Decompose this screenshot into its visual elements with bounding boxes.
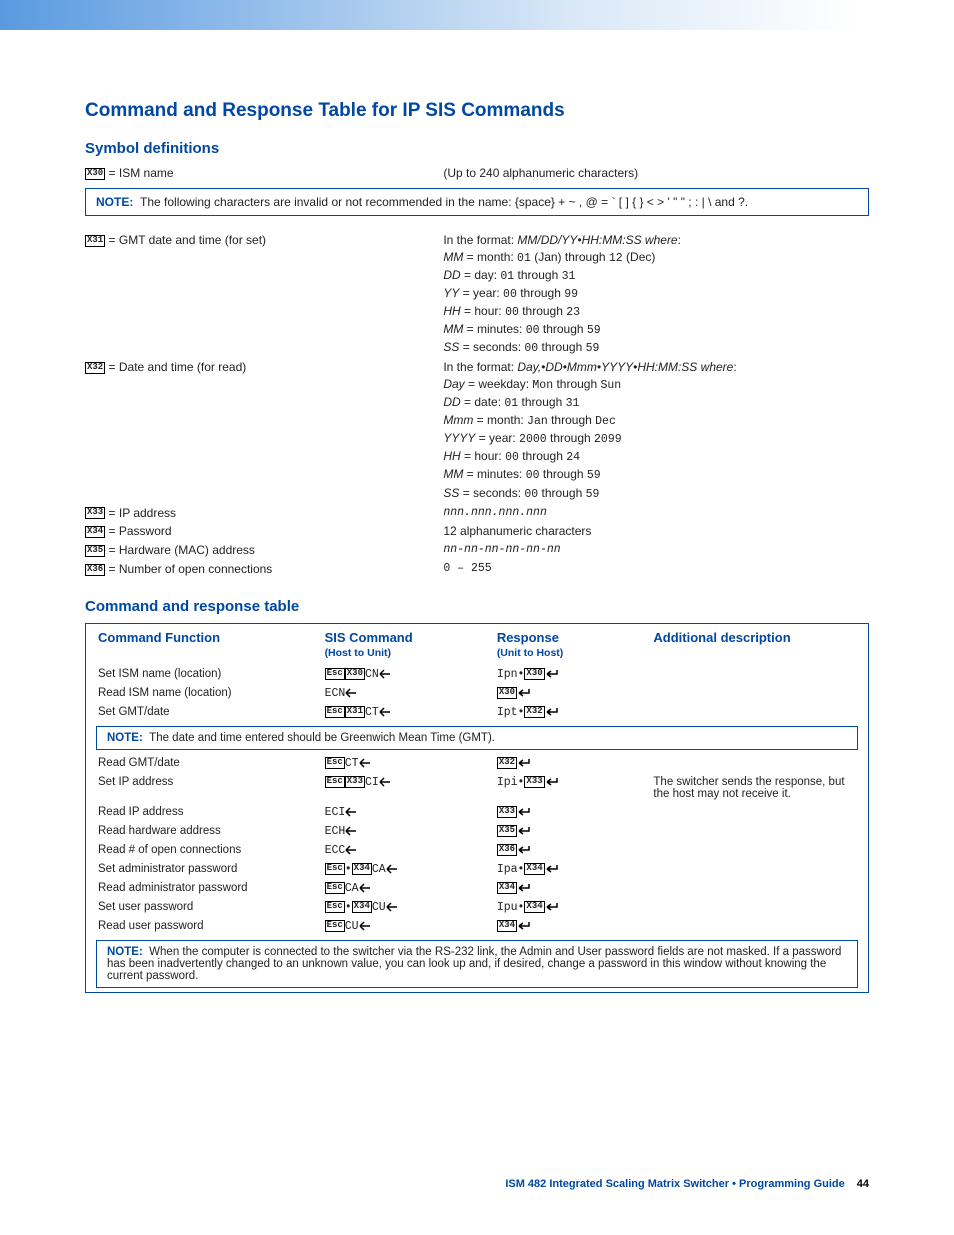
arrow-left-icon — [379, 669, 393, 679]
def-row-x32: X32 = Date and time (for read) In the fo… — [85, 359, 869, 502]
symbol-heading: Symbol definitions — [85, 140, 869, 157]
def-row-x30: X30 = ISM name (Up to 240 alphanumeric c… — [85, 165, 869, 182]
table-row: Set administrator password Esc•X34CA Ipa… — [86, 860, 869, 879]
page-footer: ISM 482 Integrated Scaling Matrix Switch… — [505, 1178, 869, 1190]
table-row: Read # of open connections ECC X36 — [86, 841, 869, 860]
table-row: Set user password Esc•X34CU Ipu•X34 — [86, 898, 869, 917]
table-row: Set GMT/date EscX31CT Ipt•X32 — [86, 703, 869, 722]
table-row: Read IP address ECI X33 — [86, 803, 869, 822]
table-row: Read GMT/date EscCT X32 — [86, 754, 869, 773]
table-row: Set ISM name (location) EscX30CN Ipn•X30 — [86, 665, 869, 684]
def-row-x33: X33 = IP address nnn.nnn.nnn.nnn — [85, 505, 869, 522]
cmdresp-heading: Command and response table — [85, 598, 869, 615]
main-heading: Command and Response Table for IP SIS Co… — [85, 100, 869, 122]
note-invalid-chars: NOTE: The following characters are inval… — [85, 188, 869, 216]
table-row: Read ISM name (location) ECN X30 — [86, 684, 869, 703]
table-subheader-row: (Host to Unit)(Unit to Host) — [86, 647, 869, 665]
enter-icon — [545, 669, 559, 679]
command-response-table: Command FunctionSIS CommandResponseAddit… — [85, 623, 869, 993]
header-gradient — [0, 0, 954, 30]
x30-box: X30 — [85, 168, 105, 180]
page-body: Command and Response Table for IP SIS Co… — [0, 100, 954, 1220]
table-row: Read hardware address ECH X35 — [86, 822, 869, 841]
table-row: Set IP address EscX33CI Ipi•X33 The swit… — [86, 773, 869, 803]
def-row-x31: X31 = GMT date and time (for set) In the… — [85, 232, 869, 357]
def-row-x35: X35 = Hardware (MAC) address nn-nn-nn-nn… — [85, 542, 869, 559]
table-row: Read user password EscCU X34 — [86, 917, 869, 936]
table-header-row: Command FunctionSIS CommandResponseAddit… — [86, 623, 869, 647]
def-row-x34: X34 = Password 12 alphanumeric character… — [85, 523, 869, 540]
table-note-row: NOTE: When the computer is connected to … — [86, 936, 869, 993]
table-row: Read administrator password EscCA X34 — [86, 879, 869, 898]
esc-icon: Esc — [325, 668, 345, 680]
table-note-row: NOTE: The date and time entered should b… — [86, 722, 869, 754]
def-row-x36: X36 = Number of open connections 0 – 255 — [85, 561, 869, 578]
